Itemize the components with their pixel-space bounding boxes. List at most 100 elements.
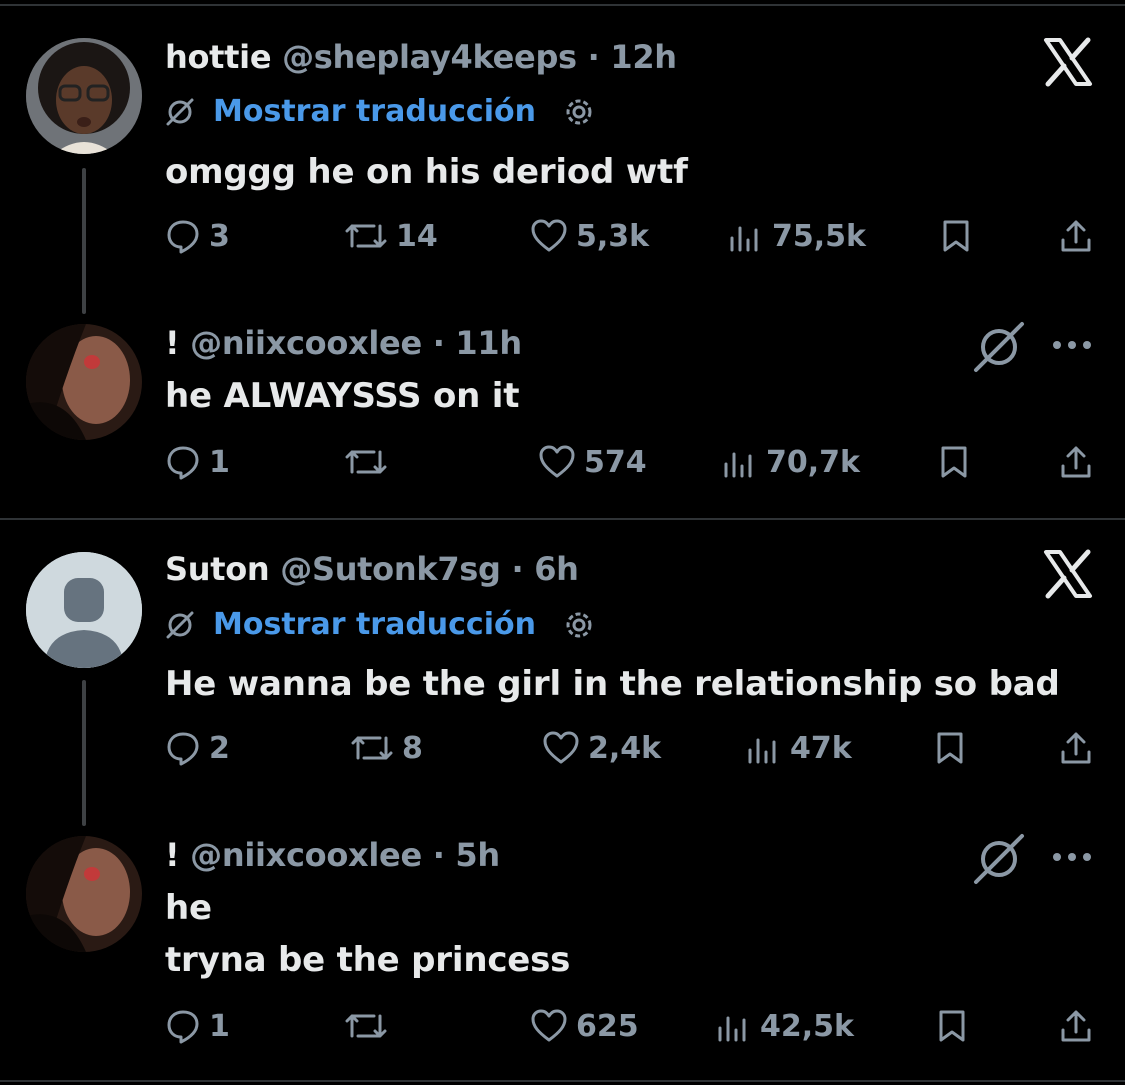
- avatar-photo: [26, 836, 142, 952]
- repost-icon: [351, 736, 393, 760]
- avatar-hottie[interactable]: [26, 38, 142, 154]
- display-name[interactable]: !: [165, 324, 180, 362]
- view-count: 70,7k: [766, 444, 860, 480]
- translate-icon: [166, 98, 194, 125]
- gear-icon[interactable]: [562, 608, 596, 642]
- repost-button[interactable]: 14: [344, 218, 438, 254]
- timestamp[interactable]: 5h: [455, 836, 500, 874]
- show-translation-link[interactable]: Mostrar traducción: [165, 94, 614, 129]
- grok-icon[interactable]: [970, 318, 1028, 376]
- view-count: 42,5k: [760, 1008, 854, 1044]
- like-icon: [531, 219, 567, 252]
- reply-button[interactable]: 2: [165, 730, 230, 766]
- reply-button[interactable]: 3: [165, 218, 230, 254]
- timestamp[interactable]: 6h: [534, 550, 579, 588]
- tweet-text-line: omggg he on his deriod wtf: [165, 152, 688, 192]
- bottom-divider: [0, 1080, 1125, 1082]
- tweet-actions: 3 14 5,3k 75,5k: [0, 218, 1125, 262]
- more-icon[interactable]: [1050, 850, 1094, 864]
- bookmark-button[interactable]: [934, 730, 966, 766]
- repost-button[interactable]: 8: [350, 730, 423, 766]
- separator-dot: ·: [421, 324, 456, 362]
- like-count: 625: [576, 1008, 639, 1044]
- bookmark-button[interactable]: [940, 218, 972, 254]
- tweet-actions: 1 625 42,5k: [0, 1008, 1125, 1052]
- tweet-header: hottie @sheplay4keeps · 12h: [165, 38, 677, 76]
- like-count: 2,4k: [588, 730, 662, 766]
- default-avatar: [26, 552, 142, 668]
- separator-dot: ·: [576, 38, 611, 76]
- like-count: 574: [584, 444, 647, 480]
- show-translation-label: Mostrar traducción: [213, 94, 536, 129]
- avatar-niixcooxlee[interactable]: [26, 836, 142, 952]
- tweet-header: ! @niixcooxlee · 5h: [165, 836, 500, 874]
- bookmark-button[interactable]: [936, 1008, 968, 1044]
- timestamp[interactable]: 12h: [610, 38, 677, 76]
- repost-icon: [345, 224, 387, 248]
- avatar-suton[interactable]: [26, 552, 142, 668]
- reply-icon: [167, 1010, 199, 1044]
- separator-dot: ·: [421, 836, 456, 874]
- views-icon: [724, 452, 752, 478]
- translate-icon: [166, 611, 194, 638]
- share-icon: [1061, 446, 1091, 478]
- share-icon: [1061, 220, 1091, 252]
- bookmark-button[interactable]: [938, 444, 970, 480]
- reply-count: 3: [209, 218, 230, 254]
- user-handle[interactable]: @niixcooxlee: [190, 324, 422, 362]
- views-button[interactable]: 70,7k: [722, 444, 860, 480]
- reply-count: 1: [209, 1008, 230, 1044]
- views-icon: [718, 1016, 746, 1042]
- view-count: 75,5k: [772, 218, 866, 254]
- x-logo-icon: [1044, 37, 1092, 87]
- like-button[interactable]: 625: [530, 1008, 639, 1044]
- like-button[interactable]: 5,3k: [530, 218, 649, 254]
- user-handle[interactable]: @Sutonk7sg: [280, 550, 501, 588]
- reply-icon: [167, 220, 199, 254]
- share-button[interactable]: [1058, 218, 1094, 254]
- reply-icon: [167, 732, 199, 766]
- bookmark-icon: [943, 220, 969, 252]
- reply-button[interactable]: 1: [165, 1008, 230, 1044]
- grok-icon[interactable]: [970, 830, 1028, 888]
- show-translation-label: Mostrar traducción: [213, 607, 536, 642]
- display-name[interactable]: hottie: [165, 38, 272, 76]
- more-icon[interactable]: [1050, 338, 1094, 352]
- avatar-photo: [26, 38, 142, 154]
- repost-button[interactable]: [344, 444, 388, 480]
- avatar-photo: [26, 324, 142, 440]
- tweet-actions: 2 8 2,4k 47k: [0, 730, 1125, 774]
- views-button[interactable]: 47k: [746, 730, 852, 766]
- share-icon: [1061, 1010, 1091, 1042]
- user-handle[interactable]: @niixcooxlee: [190, 836, 422, 874]
- like-count: 5,3k: [576, 218, 650, 254]
- views-button[interactable]: 42,5k: [716, 1008, 854, 1044]
- views-icon: [748, 738, 776, 764]
- display-name[interactable]: !: [165, 836, 180, 874]
- display-name[interactable]: Suton: [165, 550, 270, 588]
- share-button[interactable]: [1058, 730, 1094, 766]
- show-translation-link[interactable]: Mostrar traducción: [165, 607, 614, 642]
- like-icon: [531, 1009, 567, 1042]
- gear-icon[interactable]: [562, 95, 596, 129]
- like-button[interactable]: 2,4k: [542, 730, 661, 766]
- thread-divider: [0, 518, 1125, 520]
- avatar-niixcooxlee[interactable]: [26, 324, 142, 440]
- reply-count: 2: [209, 730, 230, 766]
- share-button[interactable]: [1058, 444, 1094, 480]
- reply-button[interactable]: 1: [165, 444, 230, 480]
- view-count: 47k: [790, 730, 852, 766]
- repost-icon: [345, 450, 387, 474]
- views-button[interactable]: 75,5k: [728, 218, 866, 254]
- like-button[interactable]: 574: [538, 444, 647, 480]
- x-logo-icon: [1044, 549, 1092, 599]
- timestamp[interactable]: 11h: [455, 324, 522, 362]
- share-button[interactable]: [1058, 1008, 1094, 1044]
- views-icon: [730, 226, 758, 252]
- bookmark-icon: [939, 1010, 965, 1042]
- repost-button[interactable]: [344, 1008, 388, 1044]
- separator-dot: ·: [500, 550, 535, 588]
- user-handle[interactable]: @sheplay4keeps: [282, 38, 577, 76]
- share-icon: [1061, 732, 1091, 764]
- tweet-text-line: he: [165, 888, 212, 928]
